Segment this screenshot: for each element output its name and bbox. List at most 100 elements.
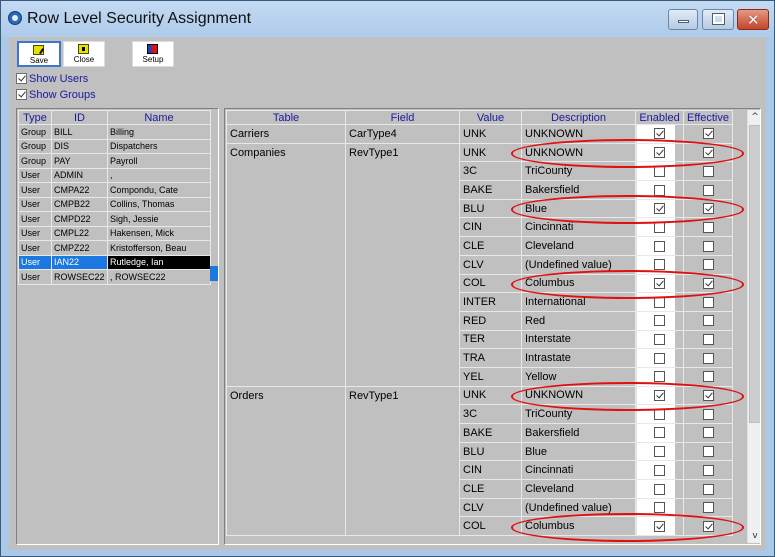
column-header-name[interactable]: Name (107, 110, 211, 125)
enabled-checkbox[interactable] (654, 464, 665, 476)
enabled-checkbox[interactable] (654, 128, 665, 140)
user-group-row[interactable]: User CMPD22 Sigh, Jessie (18, 211, 211, 227)
user-group-row[interactable]: Group DIS Dispatchers (18, 138, 211, 154)
effective-checkbox[interactable] (702, 464, 714, 476)
enabled-checkbox[interactable] (654, 352, 665, 364)
column-header-type[interactable]: Type (18, 110, 52, 125)
effective-checkbox[interactable] (702, 446, 714, 458)
window-title: Row Level Security Assignment (27, 10, 252, 27)
effective-checkbox[interactable] (702, 334, 714, 345)
effective-cell (683, 497, 733, 518)
effective-checkbox[interactable] (702, 315, 714, 327)
effective-checkbox[interactable] (702, 184, 714, 196)
value-cell: BLU (459, 441, 522, 462)
assignment-row[interactable]: Companies RevType1 UNK UNKNOWN (226, 142, 733, 387)
effective-cell (683, 404, 733, 424)
enabled-checkbox[interactable] (654, 240, 665, 252)
effective-checkbox[interactable] (702, 427, 714, 439)
app-window: Row Level Security Assignment ✕ Save Clo… (0, 0, 775, 557)
user-group-row[interactable]: Group PAY Payroll (18, 153, 211, 169)
enabled-cell (635, 441, 684, 462)
user-group-row[interactable]: User CMPB22 Collins, Thomas (18, 196, 211, 212)
column-header-description[interactable]: Description (521, 110, 636, 125)
enabled-cell (635, 124, 684, 144)
close-window-button[interactable]: ✕ (737, 9, 769, 30)
user-group-row[interactable]: User IAN22 Rutledge, Ian (18, 254, 211, 270)
enabled-checkbox[interactable] (654, 147, 665, 159)
value-cell: YEL (459, 366, 522, 387)
enabled-checkbox[interactable] (654, 483, 665, 495)
effective-checkbox[interactable] (702, 408, 714, 420)
column-header-value[interactable]: Value (459, 110, 522, 125)
type-cell: User (18, 196, 52, 212)
effective-checkbox[interactable] (702, 128, 714, 140)
show-users-checkbox[interactable]: Show Users (16, 73, 88, 85)
effective-checkbox[interactable] (702, 390, 714, 402)
enabled-checkbox[interactable] (654, 427, 665, 439)
scroll-down-arrow-icon[interactable]: v (748, 529, 760, 543)
enabled-checkbox[interactable] (654, 165, 665, 177)
maximize-button[interactable] (702, 9, 734, 30)
effective-checkbox[interactable] (702, 502, 714, 514)
enabled-checkbox[interactable] (654, 520, 665, 532)
user-group-row[interactable]: User CMPZ22 Kristofferson, Beau (18, 240, 211, 256)
effective-checkbox[interactable] (702, 240, 714, 252)
effective-cell (683, 198, 733, 219)
value-cell: CIN (459, 217, 522, 238)
user-group-row[interactable]: User ROWSEC22, ROWSEC22 (18, 269, 211, 285)
id-cell: IAN22 (51, 254, 108, 270)
enabled-checkbox[interactable] (654, 371, 665, 383)
show-groups-label: Show Groups (29, 89, 96, 101)
effective-checkbox[interactable] (702, 221, 714, 233)
vertical-scrollbar[interactable]: ^ v (747, 110, 760, 543)
save-button[interactable]: Save (17, 41, 61, 67)
minimize-button[interactable] (668, 9, 698, 30)
enabled-cell (635, 385, 684, 406)
column-header-effective[interactable]: Effective (683, 110, 733, 125)
effective-checkbox[interactable] (702, 277, 714, 289)
enabled-checkbox[interactable] (654, 259, 665, 271)
id-cell: CMPB22 (51, 196, 108, 212)
user-group-row[interactable]: User ADMIN, (18, 167, 211, 183)
scroll-up-arrow-icon[interactable]: ^ (748, 110, 760, 124)
close-label: Close (73, 55, 95, 64)
enabled-checkbox[interactable] (654, 296, 665, 308)
effective-checkbox[interactable] (702, 203, 714, 215)
effective-checkbox[interactable] (702, 371, 714, 383)
column-header-enabled[interactable]: Enabled (635, 110, 684, 125)
enabled-checkbox[interactable] (654, 315, 665, 327)
effective-checkbox[interactable] (702, 165, 714, 177)
effective-checkbox[interactable] (702, 147, 714, 159)
enabled-checkbox[interactable] (654, 203, 665, 215)
column-header-id[interactable]: ID (51, 110, 108, 125)
effective-checkbox[interactable] (702, 296, 714, 308)
user-group-row[interactable]: User CMPA22 Compondu, Cate (18, 182, 211, 198)
assignment-row[interactable]: Carriers CarType4 UNK UNKNOWN (226, 124, 733, 144)
enabled-checkbox[interactable] (654, 446, 665, 458)
enabled-checkbox[interactable] (654, 184, 665, 196)
column-header-table[interactable]: Table (226, 110, 346, 125)
column-header-field[interactable]: Field (345, 110, 460, 125)
effective-checkbox[interactable] (702, 483, 714, 495)
enabled-checkbox[interactable] (654, 390, 665, 402)
effective-checkbox[interactable] (702, 352, 714, 364)
user-group-row[interactable]: User CMPL22 Hakensen, Mick (18, 225, 211, 241)
enabled-checkbox[interactable] (654, 277, 665, 289)
effective-cell (683, 329, 733, 350)
name-cell: Dispatchers (107, 138, 211, 154)
close-button[interactable]: Close (63, 41, 105, 67)
scroll-thumb[interactable] (749, 125, 760, 423)
enabled-checkbox[interactable] (654, 408, 665, 420)
setup-button[interactable]: Setup (132, 41, 174, 67)
show-groups-checkbox[interactable]: Show Groups (16, 89, 96, 101)
value-cell: COL (459, 273, 522, 294)
user-group-row[interactable]: Group BILL Billing (18, 124, 211, 140)
effective-checkbox[interactable] (702, 520, 714, 532)
effective-checkbox[interactable] (702, 259, 714, 271)
enabled-checkbox[interactable] (654, 221, 665, 233)
assignment-row[interactable]: Orders RevType1 UNK UNKNOWN (226, 385, 733, 537)
value-cell: CLV (459, 497, 522, 518)
enabled-checkbox[interactable] (654, 502, 665, 514)
enabled-checkbox[interactable] (654, 334, 665, 345)
field-cell: RevType1 (345, 142, 460, 387)
